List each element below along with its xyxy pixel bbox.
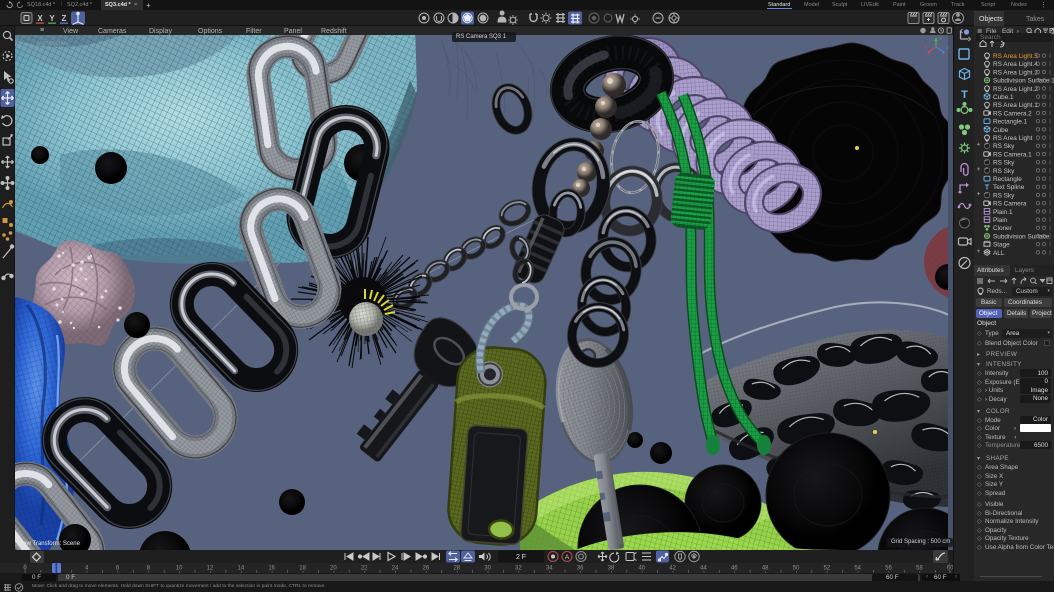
svg-text:RS Camera.2: RS Camera.2 <box>993 110 1032 117</box>
svg-text:26: 26 <box>423 566 430 572</box>
svg-text:RS Sky: RS Sky <box>993 143 1015 150</box>
svg-text:16: 16 <box>268 566 275 572</box>
svg-text:Cube.1: Cube.1 <box>993 94 1014 101</box>
svg-text:RS Area Light.5: RS Area Light.5 <box>993 53 1038 60</box>
svg-text:Rectangle: Rectangle <box>993 176 1022 183</box>
svg-text:40: 40 <box>638 566 645 572</box>
svg-text:20: 20 <box>330 566 337 572</box>
svg-text:50: 50 <box>793 566 800 572</box>
svg-text:Cloner: Cloner <box>993 225 1013 232</box>
svg-text:22: 22 <box>361 566 368 572</box>
svg-text:24: 24 <box>392 566 399 572</box>
svg-text:Objects: Objects <box>979 16 1003 23</box>
svg-text:T: T <box>985 185 990 192</box>
svg-text:Perspective: Perspective <box>37 41 69 47</box>
svg-text:36: 36 <box>577 566 584 572</box>
svg-text:Z: Z <box>946 45 949 50</box>
svg-text:RS Area Light.4: RS Area Light.4 <box>993 61 1038 68</box>
svg-text:32: 32 <box>515 566 522 572</box>
svg-text:48: 48 <box>762 566 769 572</box>
svg-text:38: 38 <box>608 566 615 572</box>
svg-text:T: T <box>961 89 968 101</box>
svg-text:RS Sky: RS Sky <box>993 192 1015 199</box>
svg-text:Plain: Plain <box>993 217 1008 224</box>
svg-text:Z: Z <box>62 14 67 23</box>
svg-text:Cube: Cube <box>993 127 1009 134</box>
svg-text:58: 58 <box>916 566 923 572</box>
svg-text:Subdivision Surface: Subdivision Surface <box>993 233 1050 240</box>
svg-text:44: 44 <box>700 566 707 572</box>
svg-text:42: 42 <box>669 566 676 572</box>
svg-text:46: 46 <box>731 566 738 572</box>
svg-text:30: 30 <box>484 566 491 572</box>
svg-text:28: 28 <box>453 566 460 572</box>
svg-text:14: 14 <box>238 566 245 572</box>
svg-text:2 F: 2 F <box>516 554 526 561</box>
svg-text:X: X <box>37 14 43 23</box>
svg-text:54: 54 <box>854 566 861 572</box>
svg-text:RS Sky: RS Sky <box>993 160 1015 167</box>
svg-text:RS Area Light: RS Area Light <box>993 135 1033 142</box>
svg-text:Rectangle.1: Rectangle.1 <box>993 119 1028 126</box>
svg-text:Y: Y <box>49 14 55 23</box>
svg-text:Text Spline: Text Spline <box>993 184 1025 191</box>
svg-text:56: 56 <box>885 566 892 572</box>
svg-text:ALL: ALL <box>993 250 1005 257</box>
svg-text:Stage: Stage <box>993 242 1010 249</box>
svg-text:10: 10 <box>176 566 183 572</box>
svg-text:Plain.1: Plain.1 <box>993 209 1013 216</box>
svg-text:RS Area Light.2: RS Area Light.2 <box>993 86 1038 93</box>
svg-text:RS Area Light.1: RS Area Light.1 <box>993 102 1038 109</box>
svg-text:Takes: Takes <box>1026 16 1045 23</box>
svg-text:34: 34 <box>546 566 553 572</box>
svg-text:Y: Y <box>939 36 942 41</box>
svg-text:X: X <box>924 45 927 50</box>
svg-text:18: 18 <box>299 566 306 572</box>
svg-text:RS Area Light.3: RS Area Light.3 <box>993 69 1038 76</box>
svg-text:60: 60 <box>947 566 953 572</box>
svg-text:RS Camera.1: RS Camera.1 <box>993 151 1032 158</box>
svg-text:RS Sky: RS Sky <box>993 168 1015 175</box>
svg-text:RS Camera: RS Camera <box>993 201 1027 208</box>
svg-text:52: 52 <box>823 566 830 572</box>
svg-text:12: 12 <box>207 566 214 572</box>
svg-text:A: A <box>565 554 570 561</box>
